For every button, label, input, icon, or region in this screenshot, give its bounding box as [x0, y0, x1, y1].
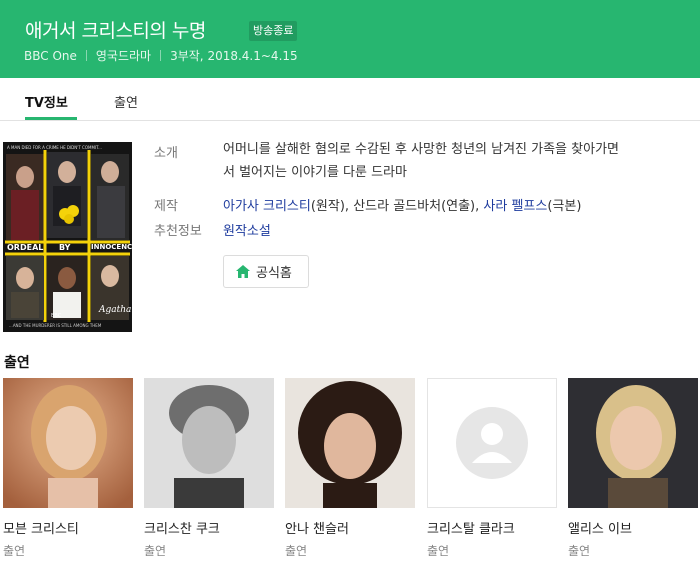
- cast-photo[interactable]: [568, 378, 698, 508]
- cast-card[interactable]: 크리스찬 쿠크 출연: [144, 378, 274, 563]
- cast-card[interactable]: 안나 챈슬러 출연: [285, 378, 415, 563]
- cast-name[interactable]: 크리스탈 클라크: [427, 518, 515, 537]
- tab-tv-info[interactable]: TV정보: [25, 92, 68, 111]
- episodes-dates: 3부작, 2018.4.1~4.15: [170, 49, 298, 63]
- recommend-label: 추천정보: [154, 224, 202, 239]
- intro-label: 소개: [154, 146, 178, 161]
- channel-name[interactable]: BBC One: [24, 49, 77, 63]
- program-title[interactable]: 애거서 크리스티의 누명: [25, 16, 206, 43]
- screenwriter-role: (극본): [547, 199, 582, 214]
- cast-name[interactable]: 앨리스 이브: [568, 518, 632, 537]
- cast-card[interactable]: 크리스탈 클라크 출연: [427, 378, 557, 563]
- cast-role: 출연: [285, 544, 308, 558]
- cast-photo[interactable]: [285, 378, 415, 508]
- director-name: 산드라 골드바처: [353, 199, 442, 214]
- cast-photo[interactable]: [3, 378, 133, 508]
- poster-word-1: ORDEAL: [7, 243, 44, 252]
- genre-label: 영국드라마: [95, 49, 152, 63]
- tab-cast[interactable]: 출연: [114, 92, 138, 111]
- cast-role: 출연: [3, 544, 26, 558]
- intro-text: 어머니를 살해한 혐의로 수감된 후 사망한 청년의 남겨진 가족을 찾아가면서…: [223, 142, 619, 180]
- meta-divider: [160, 50, 162, 61]
- production-credits: 아가사 크리스티(원작), 산드라 골드바처(연출), 사라 펠프스(극본): [223, 195, 581, 214]
- director-role: (연출),: [441, 199, 484, 214]
- program-meta: BBC One 영국드라마 3부작, 2018.4.1~4.15: [24, 47, 298, 64]
- tab-bar: TV정보 출연: [0, 78, 700, 121]
- poster-tagline: A MAN DIED FOR A CRIME HE DIDN'T COMMIT.…: [7, 145, 102, 150]
- poster-word-2: BY: [59, 243, 71, 252]
- poster-art: Agatha: [3, 142, 132, 332]
- title-header: 애거서 크리스티의 누명 방송종료 BBC One 영국드라마 3부작, 201…: [0, 0, 700, 78]
- poster-image[interactable]: Agatha A MAN DIED FOR A CRIME HE DIDN'T …: [3, 142, 132, 332]
- cast-role: 출연: [568, 544, 591, 558]
- actor-portrait: [3, 378, 133, 508]
- cast-name[interactable]: 모븐 크리스티: [3, 518, 79, 537]
- poster-bottom-line: ...AND THE MURDERER IS STILL AMONG THEM: [9, 323, 102, 328]
- cast-card[interactable]: 앨리스 이브 출연: [568, 378, 698, 563]
- official-homepage-label: 공식홈: [256, 266, 292, 281]
- actor-portrait: [568, 378, 698, 508]
- cast-heading: 출연: [4, 355, 30, 371]
- actor-portrait: [144, 378, 274, 508]
- writer-role: (원작),: [310, 199, 354, 214]
- cast-card[interactable]: 모븐 크리스티 출연: [3, 378, 133, 563]
- default-profile-icon: [428, 379, 556, 507]
- cast-name[interactable]: 안나 챈슬러: [285, 518, 349, 537]
- network-logo: BBC: [51, 313, 62, 319]
- writer-link[interactable]: 아가사 크리스티: [223, 199, 311, 214]
- poster-word-3: INNOCENCE: [91, 243, 132, 251]
- cast-role: 출연: [144, 544, 167, 558]
- actor-portrait: [285, 378, 415, 508]
- official-homepage-button[interactable]: 공식홈: [223, 255, 309, 288]
- cast-name[interactable]: 크리스찬 쿠크: [144, 518, 220, 537]
- home-icon: [236, 265, 250, 278]
- meta-divider: [85, 50, 87, 61]
- cast-photo[interactable]: [144, 378, 274, 508]
- active-tab-indicator: [25, 117, 77, 120]
- production-label: 제작: [154, 199, 178, 214]
- signature-mark: Agatha: [98, 305, 131, 315]
- cast-photo[interactable]: [427, 378, 557, 508]
- status-badge: 방송종료: [249, 21, 298, 41]
- screenwriter-link[interactable]: 사라 펠프스: [483, 199, 547, 214]
- recommend-link[interactable]: 원작소설: [223, 220, 271, 239]
- cast-role: 출연: [427, 544, 450, 558]
